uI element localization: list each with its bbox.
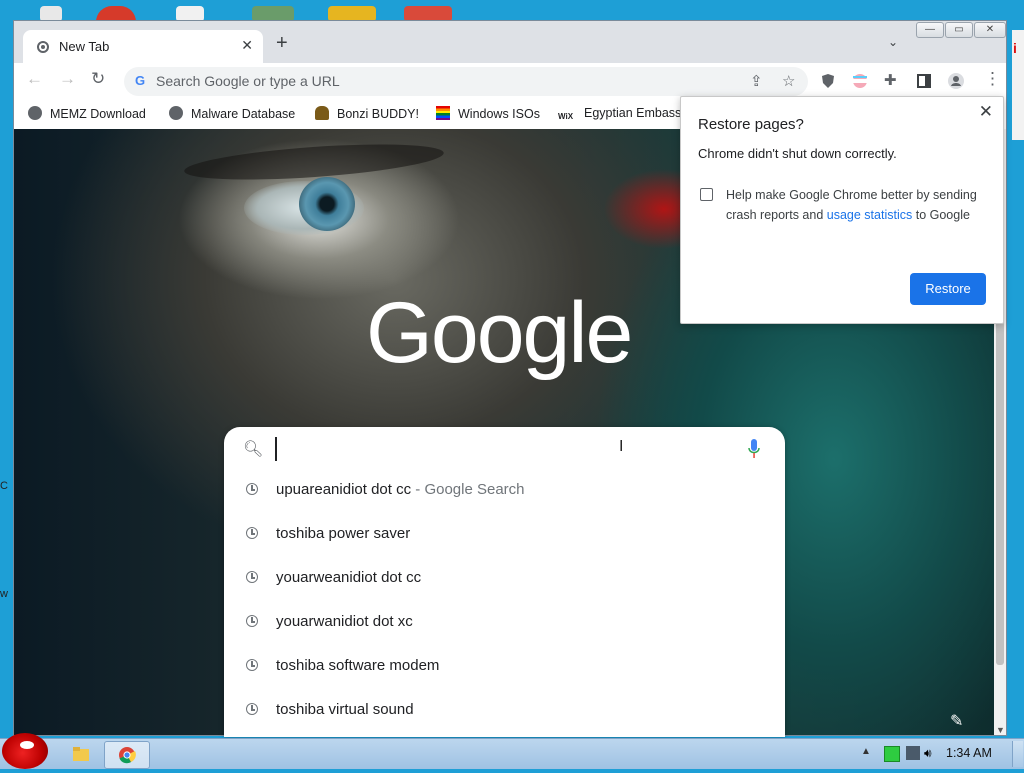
new-tab-button[interactable]: +: [276, 33, 288, 53]
forward-button[interactable]: →: [59, 69, 76, 89]
bookmark-item[interactable]: WiX Egyptian Embassy: [558, 106, 684, 126]
battery-icon[interactable]: [884, 746, 900, 762]
bookmark-star-icon[interactable]: ☆: [782, 72, 795, 90]
network-icon[interactable]: [906, 746, 920, 760]
desktop-window-edge: i: [1012, 30, 1024, 140]
history-clock-icon: [246, 571, 258, 583]
tab-search-chevron-icon[interactable]: ⌄: [888, 35, 898, 49]
bookmark-label: MEMZ Download: [50, 107, 146, 121]
background-image-detail: [299, 177, 355, 231]
suggestion-text: toshiba power saver: [276, 525, 411, 542]
omnibox[interactable]: G Search Google or type a URL ⇪ ☆: [124, 67, 808, 96]
suggestion-item[interactable]: youarwanidiot dot xc: [224, 603, 785, 647]
wix-icon: WiX: [558, 112, 574, 121]
desktop-icons: [0, 0, 1024, 22]
globe-icon: [169, 106, 183, 120]
chrome-icon: [119, 747, 136, 764]
taskbar-chrome[interactable]: [104, 741, 150, 769]
ublock-extension-icon[interactable]: [820, 73, 836, 89]
history-clock-icon: [246, 527, 258, 539]
checkbox-label: Help make Google Chrome better by sendin…: [726, 188, 977, 222]
suggestion-text: youarwanidiot dot xc: [276, 613, 413, 630]
show-desktop-button[interactable]: [1012, 741, 1023, 767]
share-icon[interactable]: ⇪: [750, 72, 763, 90]
bookmark-item[interactable]: Bonzi BUDDY!: [315, 106, 419, 121]
restore-button[interactable]: Restore: [910, 273, 986, 305]
show-hidden-icons-icon[interactable]: ▲: [861, 746, 871, 757]
suggestion-item[interactable]: upuareanidiot dot cc - Google Search: [224, 471, 785, 515]
bookmark-label: Windows ISOs: [458, 107, 540, 121]
suggestion-text: youarweanidiot dot cc: [276, 569, 422, 586]
usage-statistics-link[interactable]: usage statistics: [827, 208, 912, 222]
history-clock-icon: [246, 659, 258, 671]
tab-title: New Tab: [59, 39, 110, 54]
globe-icon: [28, 106, 42, 120]
toolbar: ← → ↻ G Search Google or type a URL ⇪ ☆ …: [14, 63, 1006, 99]
bookmark-item[interactable]: Malware Database: [169, 106, 295, 121]
suggestion-text: toshiba software modem: [276, 657, 440, 674]
chrome-menu-icon[interactable]: ⋮: [984, 69, 1001, 89]
suggestion-item[interactable]: toshiba power saver: [224, 515, 785, 559]
desktop-label-fragment: w: [0, 588, 8, 600]
bookmark-label: Bonzi BUDDY!: [337, 107, 419, 121]
tab-close-icon[interactable]: ✕: [241, 37, 253, 54]
suggestion-text: upuareanidiot dot cc - Google Search: [276, 481, 525, 498]
bonzi-icon: [315, 106, 329, 120]
scroll-down-arrow-icon[interactable]: ▼: [996, 725, 1005, 735]
taskbar-app[interactable]: [66, 741, 96, 767]
suggestion-text: toshiba virtual sound: [276, 701, 414, 718]
crash-report-checkbox[interactable]: [700, 188, 713, 201]
tab-new-tab[interactable]: New Tab ✕: [23, 30, 263, 63]
search-icon: 🔍︎: [243, 441, 264, 458]
history-clock-icon: [246, 483, 258, 495]
start-button[interactable]: [2, 733, 48, 769]
taskbar: ▲ 🔊︎ 1:34 AM: [0, 733, 1024, 769]
bookmark-item[interactable]: Windows ISOs: [436, 106, 540, 121]
suggestion-item[interactable]: toshiba software modem: [224, 647, 785, 691]
restore-button[interactable]: ▭: [945, 22, 973, 38]
dialog-message: Chrome didn't shut down correctly.: [698, 146, 897, 161]
suggestion-item[interactable]: toshiba virtual sound: [224, 691, 785, 735]
suggestion-item[interactable]: youarweanidiot dot cc: [224, 559, 785, 603]
dialog-title: Restore pages?: [698, 116, 804, 133]
history-clock-icon: [246, 703, 258, 715]
folder-icon: [73, 747, 89, 761]
taskbar-clock[interactable]: 1:34 AM: [946, 746, 992, 760]
flag-extension-icon[interactable]: [852, 73, 868, 89]
minimize-button[interactable]: —: [916, 22, 944, 38]
chrome-favicon-icon: [37, 41, 49, 53]
text-cursor-icon: I: [619, 438, 624, 455]
reload-button[interactable]: ↻: [91, 69, 105, 89]
tab-strip: New Tab ✕ + ⌄ — ▭ ✕: [14, 21, 1006, 63]
google-logo: Google: [366, 285, 633, 381]
bookmark-label: Malware Database: [191, 107, 296, 121]
windows-flag-icon: [436, 106, 450, 120]
bookmark-label: Egyptian Embassy: [584, 106, 684, 120]
history-clock-icon: [246, 615, 258, 627]
omnibox-placeholder: Search Google or type a URL: [156, 73, 340, 89]
bookmark-item[interactable]: MEMZ Download: [28, 106, 146, 121]
search-box-dropdown: 🔍︎ upuareanidiot dot cc - Google Search …: [224, 427, 785, 737]
microphone-icon[interactable]: [748, 439, 760, 459]
close-window-button[interactable]: ✕: [974, 22, 1006, 38]
back-button[interactable]: ←: [26, 69, 43, 89]
angry-bird-icon: [20, 741, 34, 749]
close-icon[interactable]: ✕: [979, 102, 993, 122]
restore-pages-dialog: Restore pages? ✕ Chrome didn't shut down…: [680, 96, 1004, 324]
side-panel-icon[interactable]: [916, 73, 932, 89]
window-controls: — ▭ ✕: [916, 21, 1008, 39]
profile-avatar-icon[interactable]: [948, 73, 964, 89]
volume-icon[interactable]: 🔊︎: [924, 746, 938, 760]
desktop-label-fragment: C: [0, 480, 8, 492]
customize-pencil-icon[interactable]: ✎: [950, 711, 963, 731]
extensions-puzzle-icon[interactable]: ✚: [884, 71, 897, 89]
google-g-icon: G: [135, 73, 146, 88]
